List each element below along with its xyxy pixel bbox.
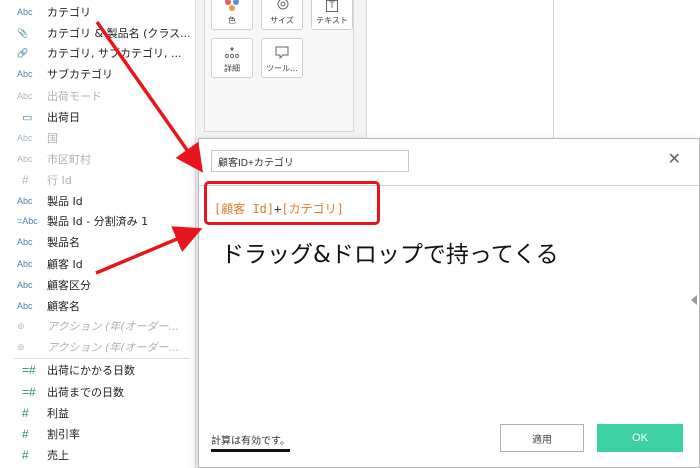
- field-label: アクション (年(オーダー...: [47, 320, 180, 333]
- field-label: 製品名: [47, 236, 80, 249]
- field-type-icon: Abc: [17, 133, 33, 143]
- field-item[interactable]: ⊚ アクション (年(オーダー...: [0, 337, 196, 357]
- calculation-name-input[interactable]: [211, 150, 409, 172]
- field-type-icon: =#: [22, 363, 36, 377]
- field-item[interactable]: =# 出荷までの日数: [0, 382, 196, 402]
- field-type-icon: Abc: [17, 91, 33, 101]
- field-type-icon: Abc: [17, 280, 33, 290]
- field-item[interactable]: 📎 カテゴリ & 製品名 (クラス...: [0, 23, 196, 43]
- field-label: 出荷までの日数: [47, 386, 124, 399]
- field-item[interactable]: =Abc 製品 Id - 分割済み 1: [0, 211, 196, 231]
- field-type-icon: #: [22, 173, 29, 187]
- field-item[interactable]: Abc 出荷モード: [0, 86, 196, 106]
- field-type-icon: =#: [22, 385, 36, 399]
- marks-color-label: 色: [228, 16, 236, 25]
- formula-editor[interactable]: [顧客 Id]+[カテゴリ]: [214, 200, 344, 217]
- field-separator: [14, 358, 190, 359]
- close-icon[interactable]: ✕: [668, 151, 681, 167]
- field-label: サブカテゴリ: [47, 68, 113, 81]
- field-label: 出荷にかかる日数: [47, 364, 135, 377]
- field-item[interactable]: ⊚ アクション (年(オーダー...: [0, 316, 196, 336]
- field-type-icon: Abc: [17, 69, 33, 79]
- size-icon: [262, 0, 302, 15]
- field-type-icon: Abc: [17, 154, 33, 164]
- marks-tooltip-label: ツール...: [266, 64, 298, 73]
- field-label: 行 Id: [47, 174, 72, 187]
- tooltip-bubble-icon: [262, 46, 302, 63]
- field-item[interactable]: Abc 国: [0, 128, 196, 148]
- marks-detail-button[interactable]: 詳細: [211, 38, 253, 78]
- marks-area: 色 サイズ T テキスト 詳細 ツール...: [196, 0, 366, 140]
- field-type-icon: Abc: [17, 237, 33, 247]
- marks-size-button[interactable]: サイズ: [261, 0, 303, 30]
- field-item[interactable]: Abc 製品 Id: [0, 191, 196, 211]
- field-type-icon: =Abc: [17, 216, 38, 226]
- field-item[interactable]: # 行 Id: [0, 170, 196, 190]
- field-type-icon: 📎: [17, 27, 29, 38]
- field-type-icon: Abc: [17, 259, 33, 269]
- field-label: カテゴリ & 製品名 (クラス...: [47, 27, 191, 40]
- field-type-icon: #: [22, 448, 29, 462]
- field-label: 顧客 Id: [47, 258, 83, 271]
- marks-tooltip-button[interactable]: ツール...: [261, 38, 303, 78]
- field-type-icon: Abc: [17, 7, 33, 17]
- formula-field-customer-id: [顧客 Id]: [214, 202, 275, 216]
- pane-divider: [366, 0, 367, 140]
- field-type-icon: ⊚: [17, 341, 25, 352]
- field-label: 国: [47, 132, 58, 145]
- field-item[interactable]: # 利益: [0, 403, 196, 423]
- field-label: 顧客名: [47, 300, 80, 313]
- field-item[interactable]: Abc 市区町村: [0, 149, 196, 169]
- field-item[interactable]: =# 出荷にかかる日数: [0, 360, 196, 380]
- marks-size-label: サイズ: [270, 16, 294, 25]
- field-label: 出荷日: [47, 111, 80, 124]
- field-label: 市区町村: [47, 153, 91, 166]
- field-label: カテゴリ, サブカテゴリ, ...: [47, 47, 182, 60]
- field-label: 利益: [47, 407, 69, 420]
- field-type-icon: 🔗: [17, 47, 29, 58]
- field-item[interactable]: Abc 顧客 Id: [0, 254, 196, 274]
- field-type-icon: Abc: [17, 301, 33, 311]
- field-item[interactable]: Abc 顧客区分: [0, 275, 196, 295]
- field-type-icon: Abc: [17, 196, 33, 206]
- data-pane: Abc カテゴリ 📎 カテゴリ & 製品名 (クラス... 🔗 カテゴリ, サブカテゴリ,…: [0, 0, 196, 468]
- calculation-dialog: ✕ [顧客 Id]+[カテゴリ] ドラッグ&ドロップで持ってくる 計算は有効です…: [198, 138, 700, 468]
- marks-text-label: テキスト: [316, 16, 348, 25]
- apply-button[interactable]: 適用: [500, 424, 584, 452]
- field-item[interactable]: Abc サブカテゴリ: [0, 64, 196, 84]
- pane-divider-right: [553, 0, 554, 140]
- detail-dots-icon: [212, 46, 252, 63]
- field-type-icon: ⊚: [17, 320, 25, 331]
- field-label: 製品 Id - 分割済み 1: [47, 215, 149, 228]
- field-item[interactable]: ▭ 出荷日: [0, 107, 196, 127]
- field-type-icon: #: [22, 406, 29, 420]
- field-label: アクション (年(オーダー...: [47, 341, 180, 354]
- field-item[interactable]: # 割引率: [0, 424, 196, 444]
- field-label: 顧客区分: [47, 279, 91, 292]
- marks-card: 色 サイズ T テキスト 詳細 ツール...: [204, 0, 354, 132]
- field-item[interactable]: 🔗 カテゴリ, サブカテゴリ, ...: [0, 43, 196, 63]
- field-item[interactable]: Abc カテゴリ: [0, 2, 196, 22]
- field-item[interactable]: Abc 製品名: [0, 232, 196, 252]
- text-icon: T: [312, 0, 352, 12]
- drag-drop-annotation: ドラッグ&ドロップで持ってくる: [221, 242, 559, 268]
- field-type-icon: #: [22, 427, 29, 441]
- field-item[interactable]: # 売上: [0, 445, 196, 465]
- calculation-status: 計算は有効です。: [211, 432, 290, 452]
- ok-button[interactable]: OK: [597, 424, 683, 452]
- field-label: 割引率: [47, 428, 80, 441]
- field-type-icon: ▭: [22, 111, 33, 124]
- marks-detail-label: 詳細: [224, 64, 240, 73]
- field-item[interactable]: Abc 顧客名: [0, 296, 196, 316]
- formula-field-category: [カテゴリ]: [281, 202, 344, 216]
- marks-color-button[interactable]: 色: [211, 0, 253, 30]
- field-label: カテゴリ: [47, 6, 91, 19]
- field-label: 売上: [47, 449, 69, 462]
- color-dots-icon: [212, 0, 252, 15]
- field-label: 出荷モード: [47, 90, 102, 103]
- field-label: 製品 Id: [47, 195, 83, 208]
- expand-arrow-icon[interactable]: [691, 295, 697, 305]
- marks-text-button[interactable]: T テキスト: [311, 0, 353, 30]
